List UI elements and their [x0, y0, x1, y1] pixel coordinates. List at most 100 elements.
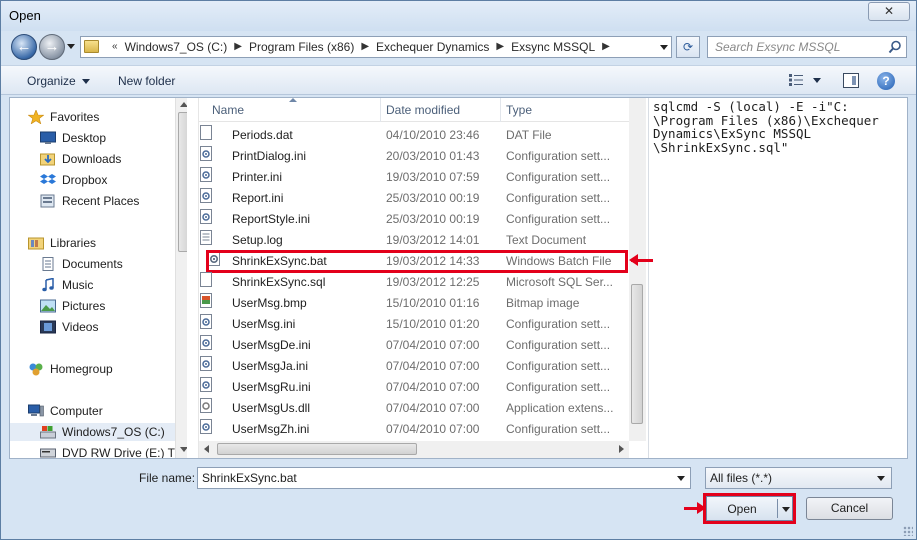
file-name-dropdown-icon[interactable] [677, 476, 685, 481]
sidebar-item-label: Dropbox [62, 173, 108, 187]
refresh-button[interactable]: ⟳ [676, 36, 700, 58]
breadcrumb-separator-icon[interactable]: ▶ [489, 40, 511, 54]
organize-button[interactable]: Organize [27, 74, 90, 88]
file-list: Name Date modified Type Periods.dat 04/10… [198, 98, 646, 458]
file-type: Bitmap image [506, 296, 580, 310]
sidebar-group-computer[interactable]: Computer [28, 402, 103, 420]
sidebar-group-label: Homegroup [50, 362, 113, 376]
column-header-type[interactable]: Type [506, 103, 532, 117]
breadcrumb-overflow[interactable]: « [105, 40, 125, 54]
address-bar[interactable]: « Windows7_OS (C:) ▶ Program Files (x86)… [80, 36, 672, 58]
file-row[interactable]: UserMsgRu.ini 07/04/2010 07:00 Configurati… [199, 377, 629, 398]
file-row[interactable]: UserMsgJa.ini 07/04/2010 07:00 Configurati… [199, 356, 629, 377]
recent-locations-chevron-icon[interactable] [67, 44, 75, 49]
breadcrumb-item[interactable]: Exchequer Dynamics [376, 40, 489, 54]
file-row[interactable]: Periods.dat 04/10/2010 23:46 DAT File [199, 125, 629, 146]
sort-ascending-icon [289, 98, 297, 102]
preview-pane-button[interactable] [843, 73, 859, 88]
sidebar-item-pictures[interactable]: Pictures [40, 297, 105, 315]
sidebar-group-homegroup[interactable]: Homegroup [28, 360, 113, 378]
sidebar-item-desktop[interactable]: Desktop [40, 129, 106, 147]
file-list-scroll-thumb[interactable] [631, 284, 643, 424]
sidebar-item-downloads[interactable]: Downloads [40, 150, 121, 168]
file-list-horizontal-thumb[interactable] [217, 443, 417, 455]
column-divider[interactable] [380, 98, 381, 122]
file-date: 15/10/2010 01:20 [386, 317, 480, 331]
file-type: DAT File [506, 128, 552, 142]
file-row[interactable]: Printer.ini 19/03/2010 07:59 Configuration… [199, 167, 629, 188]
file-row[interactable]: UserMsg.bmp 15/10/2010 01:16 Bitmap image [199, 293, 629, 314]
music-icon [42, 278, 54, 292]
new-folder-button[interactable]: New folder [118, 74, 175, 88]
sidebar-scrollbar[interactable] [175, 98, 187, 458]
breadcrumb-item[interactable]: Exsync MSSQL [511, 40, 595, 54]
scroll-down-icon[interactable] [180, 447, 187, 452]
sidebar-group-libraries[interactable]: Libraries [28, 234, 96, 252]
batch-file-icon [208, 251, 220, 266]
breadcrumb-separator-icon[interactable]: ▶ [227, 40, 249, 54]
file-row[interactable]: UserMsg.ini 15/10/2010 01:20 Configuration… [199, 314, 629, 335]
file-type-select[interactable]: All files (*.*) [705, 467, 892, 489]
close-button[interactable]: ✕ [868, 2, 910, 21]
scroll-right-icon[interactable] [619, 445, 624, 453]
sidebar-item-music[interactable]: Music [40, 276, 93, 294]
file-row[interactable]: PrintDialog.ini 20/03/2010 01:43 Configura… [199, 146, 629, 167]
sidebar-item-videos[interactable]: Videos [40, 318, 98, 336]
sidebar-item-label: Downloads [62, 152, 122, 166]
navigation-pane: Favorites Desktop Downloads Dropbox Rece… [10, 98, 187, 458]
forward-button[interactable]: → [39, 34, 65, 60]
file-list-horizontal-scrollbar[interactable] [199, 441, 629, 458]
search-icon[interactable] [888, 40, 902, 54]
file-name: UserMsgZh.ini [232, 422, 310, 436]
file-row[interactable]: Report.ini 25/03/2010 00:19 Configuration … [199, 188, 629, 209]
breadcrumb-item[interactable]: Windows7_OS (C:) [125, 40, 228, 54]
file-name: UserMsgDe.ini [232, 338, 311, 352]
file-name: ReportStyle.ini [232, 212, 311, 226]
sidebar-group-label: Favorites [50, 110, 100, 124]
sidebar-item-label: Music [62, 278, 94, 292]
scroll-up-icon[interactable] [180, 102, 187, 107]
sidebar-item-dropbox[interactable]: Dropbox [40, 171, 107, 189]
file-name: ShrinkExSync.bat [232, 254, 327, 268]
sidebar-scroll-thumb[interactable] [178, 112, 187, 252]
file-row[interactable]: Setup.log 19/03/2012 14:01 Text Document [199, 230, 629, 251]
column-header-name[interactable]: Name [212, 103, 244, 117]
file-type: Configuration sett... [506, 212, 611, 226]
open-button[interactable]: Open [703, 493, 796, 524]
file-type: Configuration sett... [506, 170, 611, 184]
scroll-left-icon[interactable] [204, 445, 209, 453]
view-options-chevron-icon[interactable] [813, 78, 821, 83]
file-name-input[interactable]: ShrinkExSync.bat [197, 467, 691, 489]
config-file-icon [200, 377, 212, 392]
breadcrumb-separator-icon[interactable]: ▶ [595, 40, 617, 54]
sidebar-item-recent-places[interactable]: Recent Places [40, 192, 139, 210]
open-options-chevron-icon[interactable] [782, 507, 790, 512]
breadcrumb-item[interactable]: Program Files (x86) [249, 40, 354, 54]
resize-grip-icon[interactable] [903, 526, 913, 536]
file-date: 25/03/2010 00:19 [386, 191, 480, 205]
sidebar-item-label: Desktop [62, 131, 107, 145]
sidebar-group-favorites[interactable]: Favorites [28, 108, 99, 126]
computer-icon [28, 404, 44, 417]
file-row-highlighted[interactable]: ShrinkExSync.bat 19/03/2012 14:33 Windows … [206, 250, 628, 273]
file-row[interactable]: UserMsgDe.ini 07/04/2010 07:00 Configurati… [199, 335, 629, 356]
file-row[interactable]: ShrinkExSync.sql 19/03/2012 12:25 Microsof… [199, 272, 629, 293]
back-button[interactable]: ← [11, 34, 37, 60]
search-input[interactable]: Search Exsync MSSQL [707, 36, 907, 58]
column-divider[interactable] [500, 98, 501, 122]
change-view-icon[interactable] [789, 74, 803, 86]
file-row[interactable]: UserMsgZh.ini 07/04/2010 07:00 Configurati… [199, 419, 629, 440]
file-list-vertical-scrollbar[interactable] [629, 98, 646, 441]
cancel-button[interactable]: Cancel [806, 497, 893, 520]
sidebar-item-windows7-os[interactable]: Windows7_OS (C:) [10, 423, 175, 441]
breadcrumb-separator-icon[interactable]: ▶ [354, 40, 376, 54]
command-toolbar: Organize New folder ? [1, 65, 916, 95]
file-row[interactable]: ReportStyle.ini 25/03/2010 00:19 Configura… [199, 209, 629, 230]
address-dropdown-icon[interactable] [660, 45, 668, 50]
column-header-date[interactable]: Date modified [386, 103, 460, 117]
file-row[interactable]: UserMsgUs.dll 07/04/2010 07:00 Application… [199, 398, 629, 419]
sidebar-group-label: Libraries [50, 236, 97, 250]
sidebar-item-documents[interactable]: Documents [40, 255, 123, 273]
sidebar-item-dvd-drive[interactable]: DVD RW Drive (E:) TSC [40, 444, 187, 458]
help-button[interactable]: ? [877, 72, 895, 90]
